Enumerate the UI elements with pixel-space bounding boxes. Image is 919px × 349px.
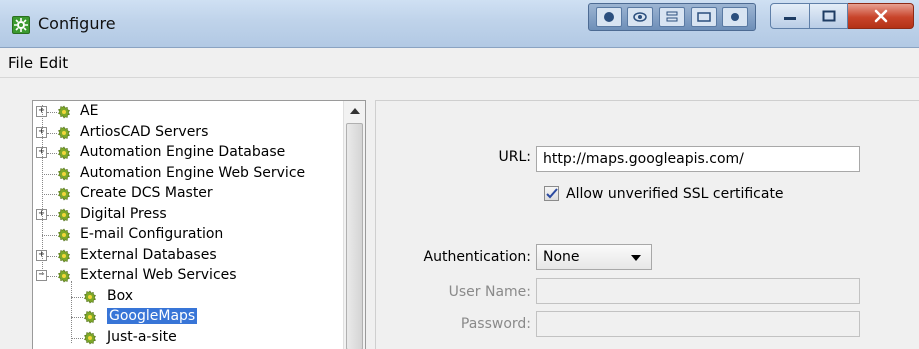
tree-item[interactable]: E-mail Configuration: [33, 225, 343, 246]
scroll-thumb[interactable]: [346, 123, 363, 349]
settings-panel: URL: Allow unverified SSL certificate Au…: [375, 100, 919, 349]
close-icon: [874, 9, 887, 23]
tree-item[interactable]: Just-a-site: [33, 328, 343, 349]
tree-connector: [71, 317, 83, 318]
tree-connector: [47, 153, 57, 154]
tree-item-label: Automation Engine Database: [80, 144, 286, 160]
chevron-up-icon: [350, 108, 360, 114]
tree-item[interactable]: + AE: [33, 102, 343, 123]
tree-item-label: ArtiosCAD Servers: [80, 123, 209, 140]
tree-item[interactable]: + ArtiosCAD Servers: [33, 123, 343, 144]
tree-item-label: AE: [80, 103, 99, 119]
tree-item[interactable]: + Digital Press: [33, 205, 343, 226]
minimize-icon: [784, 17, 796, 20]
record-icon[interactable]: [595, 7, 622, 27]
scroll-up-button[interactable]: [344, 101, 365, 121]
tree-item-label: Digital Press: [80, 205, 167, 222]
gear-icon: [83, 310, 97, 324]
gear-icon: [57, 187, 71, 201]
tree-scrollbar[interactable]: [343, 101, 365, 349]
config-tree[interactable]: + AE + ArtiosCAD Servers + Automation Engine …: [32, 100, 366, 349]
menu-bar: File Edit: [0, 48, 919, 78]
tree-guide-line: [42, 105, 43, 275]
gear-icon: [57, 166, 71, 181]
maximize-button[interactable]: [810, 3, 848, 29]
window-title: Configure: [38, 14, 116, 33]
gear-icon: [57, 207, 71, 222]
tree-connector: [42, 235, 57, 236]
maximize-icon: [822, 10, 835, 22]
gear-icon: [57, 105, 71, 119]
minimize-button[interactable]: [770, 3, 810, 29]
tree-connector: [47, 214, 57, 216]
tree-connector: [47, 132, 57, 134]
tree-connector: [71, 337, 83, 339]
ssl-checkbox[interactable]: [544, 186, 559, 201]
gear-icon: [57, 146, 71, 160]
tree-item[interactable]: − External Web Services: [33, 266, 343, 287]
tree-item[interactable]: Create DCS Master: [33, 184, 343, 205]
chevron-down-icon: [631, 255, 641, 261]
password-field[interactable]: [536, 311, 860, 337]
tree-item[interactable]: GoogleMaps: [33, 307, 343, 328]
auth-label: Authentication:: [423, 249, 532, 265]
tree-item[interactable]: Box: [33, 287, 343, 308]
tree-item-label: External Web Services: [80, 267, 237, 283]
username-label: User Name:: [448, 284, 531, 300]
tree-item-label: E-mail Configuration: [80, 226, 224, 242]
dot-icon[interactable]: [722, 7, 749, 27]
gear-icon: [57, 228, 71, 242]
gear-icon: [83, 330, 97, 345]
panel-icon[interactable]: [690, 7, 717, 27]
title-bar[interactable]: Configure: [0, 0, 919, 48]
tree-guide-line: [71, 281, 72, 343]
gear-icon: [57, 248, 71, 263]
gear-icon: [57, 125, 71, 140]
gear-app-icon: [12, 16, 30, 34]
tree-item-label: External Databases: [80, 246, 217, 263]
menu-file[interactable]: File: [8, 52, 33, 74]
title-toolbar: [588, 3, 756, 31]
gear-icon: [83, 289, 97, 304]
tree-item[interactable]: + External Databases: [33, 246, 343, 267]
tree-item-label: Automation Engine Web Service: [80, 164, 306, 181]
stack-icon[interactable]: [658, 7, 685, 27]
url-label: URL:: [498, 149, 532, 165]
tree-item-label: Create DCS Master: [80, 185, 213, 201]
tree-item-label: Just-a-site: [107, 328, 177, 345]
tree-connector: [47, 276, 57, 277]
tree-item[interactable]: + Automation Engine Database: [33, 143, 343, 164]
auth-select[interactable]: None: [536, 244, 652, 270]
tree-connector: [47, 112, 57, 113]
password-label: Password:: [460, 316, 531, 332]
checkmark-icon: [545, 188, 558, 199]
tree-item[interactable]: Automation Engine Web Service: [33, 164, 343, 185]
url-input[interactable]: [536, 146, 860, 172]
username-field[interactable]: [536, 278, 860, 304]
tree-connector: [42, 173, 57, 175]
tree-connector: [42, 194, 57, 195]
gear-icon: [57, 269, 71, 283]
eye-icon[interactable]: [627, 7, 654, 27]
menu-edit[interactable]: Edit: [39, 52, 68, 74]
tree-connector: [71, 296, 83, 298]
tree-item-label: Box: [107, 287, 134, 304]
auth-select-value: None: [543, 249, 580, 265]
tree-item-label: GoogleMaps: [107, 308, 198, 324]
close-button[interactable]: [848, 3, 914, 29]
tree-connector: [47, 255, 57, 257]
ssl-label: Allow unverified SSL certificate: [566, 186, 784, 202]
window-controls: [770, 3, 914, 29]
